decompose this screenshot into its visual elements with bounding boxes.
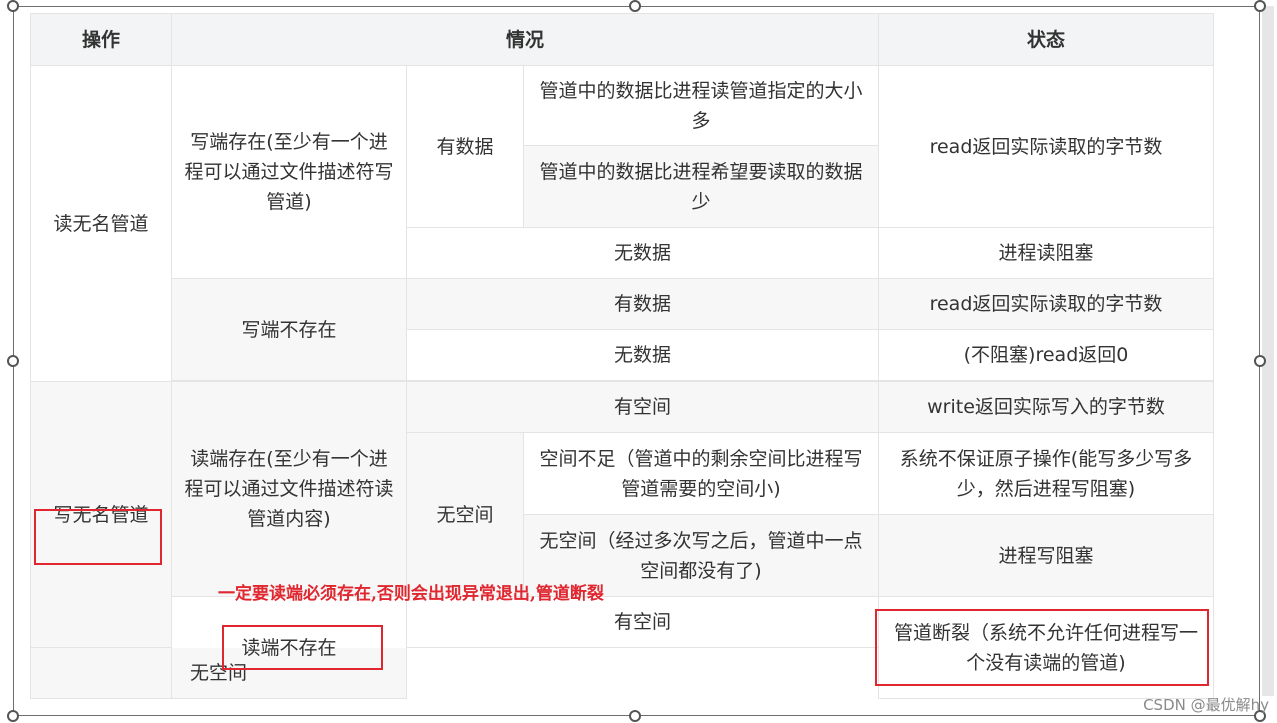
cond-less-than-wanted: 管道中的数据比进程希望要读取的数据少 — [523, 145, 879, 228]
status-write-actual: write返回实际写入的字节数 — [878, 381, 1214, 433]
status-write-block: 进程写阻塞 — [878, 514, 1214, 597]
cond-writer-absent: 写端不存在 — [171, 278, 407, 381]
resize-handle-bottom-left[interactable] — [7, 710, 19, 722]
header-situation: 情况 — [171, 13, 879, 66]
table-row: 写端不存在 有数据 read返回实际读取的字节数 — [31, 278, 1214, 381]
table-row: 读无名管道 写端存在(至少有一个进程可以通过文件描述符写管道) 有数据 管道中的… — [30, 65, 1214, 382]
resize-handle-top-right[interactable] — [1254, 0, 1266, 12]
cond-has-data-2: 有数据 — [406, 278, 879, 330]
cond-no-data: 无数据 — [406, 227, 879, 279]
cond-no-data-2: 无数据 — [406, 329, 879, 381]
annotation-text: 一定要读端必须存在,否则会出现异常退出,管道断裂 — [218, 584, 604, 604]
cond-has-space-2: 有空间 — [406, 596, 879, 648]
status-read-actual-2: read返回实际读取的字节数 — [878, 278, 1214, 330]
status-no-atomic: 系统不保证原子操作(能写多少写多少，然后进程写阻塞) — [878, 432, 1214, 515]
cond-no-space: 无空间 — [406, 432, 524, 597]
resize-handle-middle-right[interactable] — [1254, 355, 1266, 367]
pipe-behavior-table: 操作 情况 状态 读无名管道 写端存在(至少有一个进程可以通过文件描述符写管道)… — [30, 13, 1214, 699]
cond-writer-exists: 写端存在(至少有一个进程可以通过文件描述符写管道) — [171, 65, 407, 279]
status-nonblock-zero: (不阻塞)read返回0 — [878, 329, 1214, 381]
cond-reader-exists: 读端存在(至少有一个进程可以通过文件描述符读管道内容) — [171, 381, 407, 597]
highlight-box-broken-pipe — [875, 609, 1209, 686]
resize-handle-bottom-center[interactable] — [629, 710, 641, 722]
table-row: 写无名管道 读端存在(至少有一个进程可以通过文件描述符读管道内容) 有空间 wr… — [30, 381, 1214, 648]
highlight-box-reader-absent — [222, 625, 383, 670]
header-row: 操作 情况 状态 — [30, 13, 1214, 66]
cond-insufficient-space: 空间不足（管道中的剩余空间比进程写管道需要的空间小) — [523, 432, 879, 515]
resize-handle-top-center[interactable] — [629, 0, 641, 12]
status-read-actual: read返回实际读取的字节数 — [878, 65, 1214, 228]
watermark: CSDN @最优解hy — [1143, 696, 1269, 714]
scrollbar[interactable] — [1262, 6, 1274, 696]
cond-more-than-requested: 管道中的数据比进程读管道指定的大小多 — [523, 65, 879, 146]
resize-handle-top-left[interactable] — [7, 0, 19, 12]
cond-has-data: 有数据 — [406, 65, 524, 228]
resize-handle-middle-left[interactable] — [7, 355, 19, 367]
cond-has-space: 有空间 — [406, 381, 879, 433]
op-read-pipe: 读无名管道 — [30, 65, 172, 382]
status-read-block: 进程读阻塞 — [878, 227, 1214, 279]
highlight-box-write-pipe — [34, 509, 162, 565]
header-status: 状态 — [878, 13, 1214, 66]
header-operation: 操作 — [30, 13, 172, 66]
